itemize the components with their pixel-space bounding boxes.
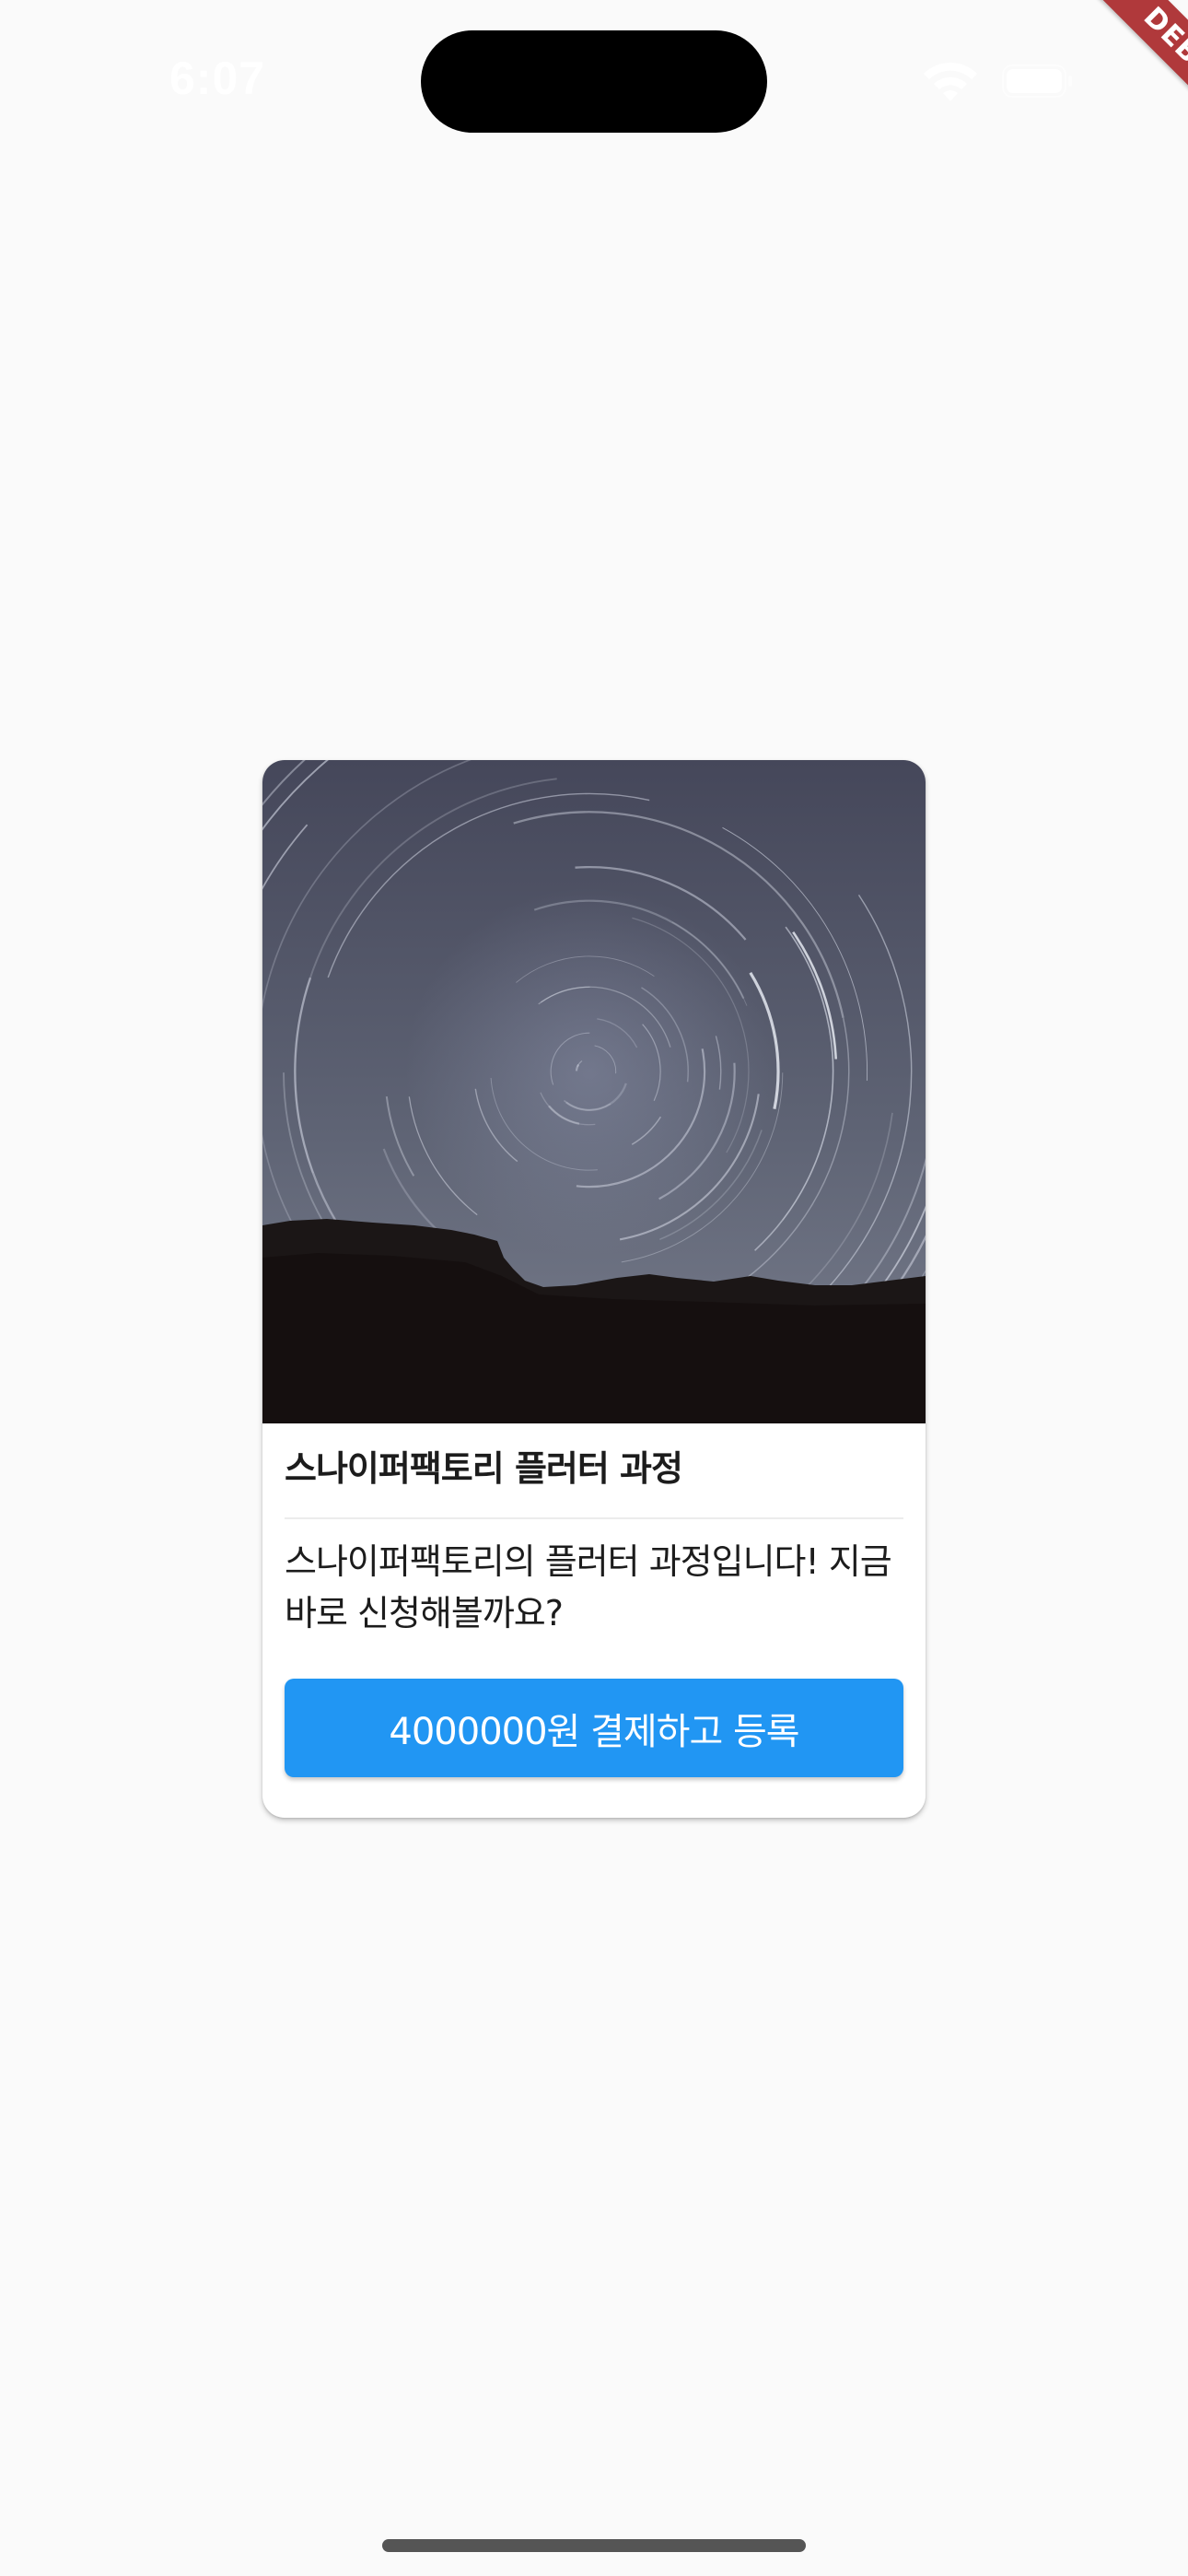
debug-banner: DEBUG: [1004, 0, 1188, 184]
status-time: 6:07: [169, 53, 266, 104]
debug-label: DEBUG: [1067, 0, 1188, 173]
wifi-icon: [924, 62, 977, 101]
star-trails-photo: [262, 760, 926, 1423]
card-title: 스나이퍼팩토리 플러터 과정: [285, 1448, 683, 1489]
home-indicator[interactable]: [382, 2539, 806, 2552]
dynamic-island: [421, 30, 767, 133]
card-divider: [285, 1517, 903, 1519]
course-card: 스나이퍼팩토리 플러터 과정 스나이퍼팩토리의 플러터 과정입니다! 지금 바로…: [262, 760, 926, 1818]
pay-register-button[interactable]: 4000000원 결제하고 등록: [285, 1679, 903, 1777]
card-description: 스나이퍼팩토리의 플러터 과정입니다! 지금 바로 신청해볼까요?: [285, 1541, 892, 1633]
